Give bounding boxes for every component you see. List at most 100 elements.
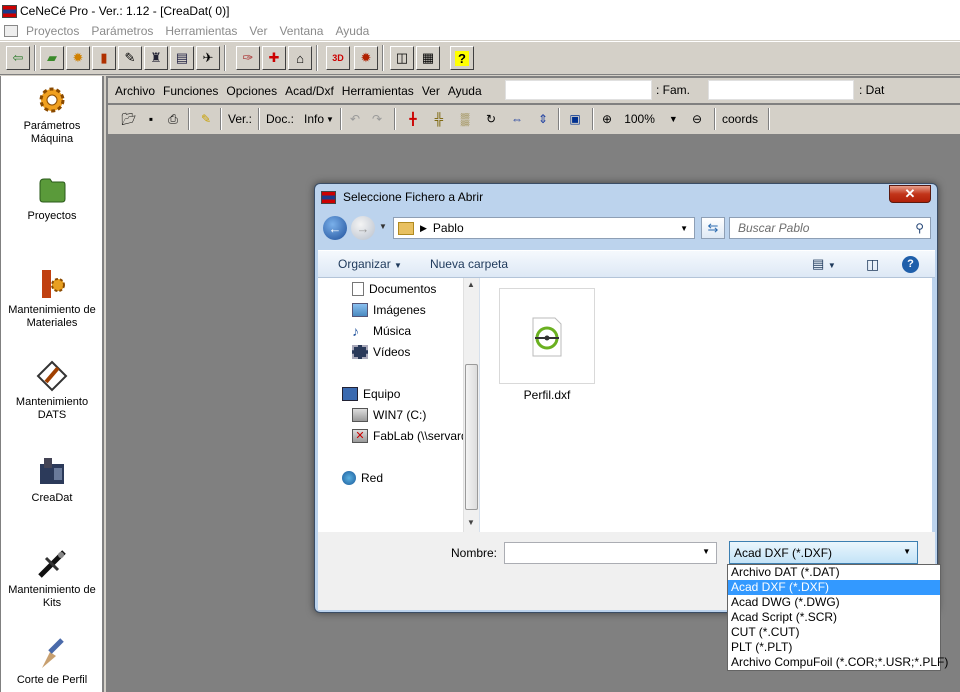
system-menu-icon[interactable] — [4, 25, 18, 37]
filetype-option-dat[interactable]: Archivo DAT (*.DAT) — [728, 565, 940, 580]
filetype-option-dwg[interactable]: Acad DWG (*.DWG) — [728, 595, 940, 610]
page-button[interactable]: ▣ — [566, 108, 584, 130]
address-bar[interactable]: ▶ Pablo ▼ — [393, 217, 695, 239]
filetype-option-dxf[interactable]: Acad DXF (*.DXF) — [728, 580, 940, 595]
sidebar-item-parametros-maquina[interactable]: Parámetros Máquina — [1, 84, 103, 146]
zoom-in-button[interactable]: ⊕ — [598, 108, 616, 130]
menu-opciones[interactable]: Opciones — [222, 84, 281, 98]
filetype-option-plt[interactable]: PLT (*.PLT) — [728, 640, 940, 655]
nav-item-imagenes[interactable]: Imágenes — [352, 303, 426, 317]
sidebar-item-materiales[interactable]: Mantenimiento de Materiales — [1, 268, 103, 330]
preview-pane-button[interactable]: ◫ — [866, 256, 879, 273]
kits-button[interactable]: ✈ — [196, 46, 220, 70]
mirror-v-button[interactable]: ⇕ — [534, 108, 552, 130]
refresh-button[interactable]: ⇆ — [701, 217, 725, 239]
nav-item-videos[interactable]: Vídeos — [352, 345, 410, 359]
zoom-out-button[interactable]: ⊖ — [688, 108, 706, 130]
menu-herramientas[interactable]: Herramientas — [159, 24, 243, 38]
settings-button[interactable]: ✹ — [354, 46, 378, 70]
nav-item-red[interactable]: Red — [342, 471, 383, 485]
zoom-select[interactable]: 100% ▼ — [620, 108, 682, 130]
dat-label: : Dat — [859, 83, 885, 97]
undo-button[interactable]: ↶ — [346, 108, 364, 130]
print-button[interactable]: ⎙ — [164, 108, 182, 130]
menu-funciones[interactable]: Funciones — [159, 84, 222, 98]
calculator-button[interactable]: ▦ — [416, 46, 440, 70]
save-button[interactable]: ▪ — [142, 108, 160, 130]
filetype-option-scr[interactable]: Acad Script (*.SCR) — [728, 610, 940, 625]
doc-dropdown[interactable]: Doc.: — [266, 108, 294, 130]
family-field[interactable] — [505, 80, 652, 100]
file-item[interactable] — [499, 288, 595, 384]
menu-parametros[interactable]: Parámetros — [85, 24, 159, 38]
nav-scrollbar[interactable]: ▲ ▼ — [463, 278, 479, 532]
sidebar-item-proyectos[interactable]: Proyectos — [1, 174, 103, 223]
creadat-button[interactable]: ♜ — [144, 46, 168, 70]
nav-item-musica[interactable]: ♪ Música — [352, 324, 411, 338]
draw-button[interactable]: ✎ — [196, 108, 216, 130]
sidebar-item-corte-perfil[interactable]: Corte de Perfil — [1, 638, 103, 687]
grid2-button[interactable]: ▒ — [456, 108, 474, 130]
new-folder-button[interactable]: Nueva carpeta — [430, 257, 508, 271]
menu-ventana[interactable]: Ventana — [273, 24, 329, 38]
toolbar-separator — [340, 108, 342, 130]
nav-item-win7[interactable]: WIN7 (C:) — [352, 408, 426, 422]
help-button[interactable]: ? — [450, 46, 474, 70]
dat-field[interactable] — [708, 80, 854, 100]
scroll-up-icon[interactable]: ▲ — [467, 280, 475, 289]
origin-button[interactable]: ╋ — [404, 108, 422, 130]
sidebar-item-kits[interactable]: Mantenimiento de Kits — [1, 548, 103, 610]
chevron-down-icon[interactable]: ▼ — [702, 547, 710, 556]
mirror-h-button[interactable]: ⇔ — [508, 108, 526, 130]
tile-button[interactable]: ◫ — [390, 46, 414, 70]
nav-item-label: Documentos — [369, 282, 437, 296]
nav-item-equipo[interactable]: Equipo — [342, 387, 400, 401]
sidebar-item-creadat[interactable]: CreaDat — [1, 456, 103, 505]
grid-button[interactable]: ╬ — [430, 108, 448, 130]
house-button[interactable]: ⌂ — [288, 46, 312, 70]
info-dropdown[interactable]: Info ▼ — [304, 108, 334, 130]
view-options-button[interactable]: ▤ ▼ — [812, 256, 836, 272]
menu-ver[interactable]: Ver — [418, 84, 444, 98]
tool-button[interactable]: ✚ — [262, 46, 286, 70]
redo-icon: ↷ — [371, 112, 383, 126]
menu-ayuda[interactable]: Ayuda — [444, 84, 486, 98]
materials-button[interactable]: ▮ — [92, 46, 116, 70]
exit-button[interactable]: ⇦ — [6, 46, 30, 70]
search-input[interactable]: Buscar Pablo ⚲ — [729, 217, 931, 239]
open-project-button[interactable]: ▰ — [40, 46, 64, 70]
menu-herramientas[interactable]: Herramientas — [338, 84, 418, 98]
organize-button[interactable]: Organizar ▼ — [338, 257, 402, 271]
nav-item-documentos[interactable]: Documentos — [352, 282, 436, 296]
scroll-down-icon[interactable]: ▼ — [467, 518, 475, 527]
help-button[interactable]: ? — [902, 255, 919, 273]
filetype-option-compufoil[interactable]: Archivo CompuFoil (*.COR;*.USR;*.PLF) — [728, 655, 948, 670]
menu-ver[interactable]: Ver — [243, 24, 273, 38]
ver-dropdown[interactable]: Ver.: — [228, 108, 252, 130]
open-button[interactable]: 📂︎ — [120, 108, 138, 130]
back-button[interactable]: ← — [323, 216, 347, 240]
machine-params-button[interactable]: ✹ — [66, 46, 90, 70]
rotate-button[interactable]: ↻ — [482, 108, 500, 130]
dats-button[interactable]: ✎ — [118, 46, 142, 70]
sidebar-item-dats[interactable]: Mantenimiento DATS — [1, 360, 103, 422]
menu-archivo[interactable]: Archivo — [111, 84, 159, 98]
scrollbar-thumb[interactable] — [465, 364, 478, 510]
filename-input[interactable]: ▼ — [504, 542, 717, 564]
nav-item-fablab[interactable]: ✕ FabLab (\\servard — [352, 429, 468, 443]
menu-proyectos[interactable]: Proyectos — [20, 24, 85, 38]
view-3d-button[interactable]: 3D — [326, 46, 350, 70]
forward-button[interactable]: → — [351, 216, 375, 240]
cut-profile-button[interactable]: ✑ — [236, 46, 260, 70]
filetype-select[interactable]: Acad DXF (*.DXF) ▼ — [729, 541, 918, 564]
redo-button[interactable]: ↷ — [368, 108, 386, 130]
address-dropdown-icon[interactable]: ▼ — [680, 224, 688, 233]
menu-ayuda[interactable]: Ayuda — [329, 24, 375, 38]
chevron-down-icon: ▼ — [394, 261, 402, 270]
edit-file-button[interactable]: ▤ — [170, 46, 194, 70]
menu-acad-dxf[interactable]: Acad/Dxf — [281, 84, 338, 98]
crosshair-icon: ╋ — [409, 112, 417, 126]
recent-locations-chevron-icon[interactable]: ▼ — [379, 222, 387, 231]
filetype-option-cut[interactable]: CUT (*.CUT) — [728, 625, 940, 640]
close-button[interactable]: ✕ — [889, 185, 931, 203]
